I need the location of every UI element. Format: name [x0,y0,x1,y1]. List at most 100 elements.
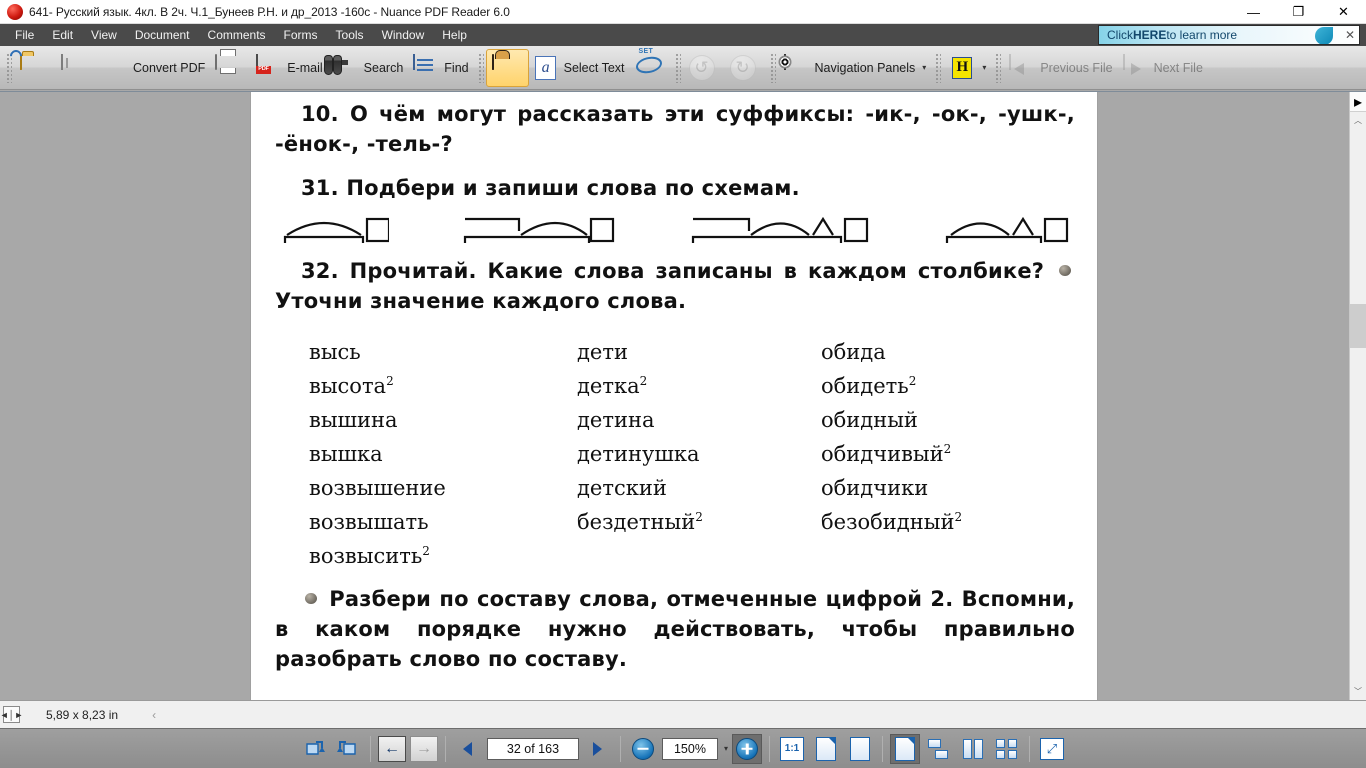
scroll-up-button[interactable]: ︿ [1350,112,1366,129]
single-page-button[interactable] [890,733,920,764]
collapse-arrow-icon[interactable]: ‹ [152,708,156,722]
facing-button[interactable] [958,734,988,764]
menu-comments[interactable]: Comments [199,26,275,44]
convert-pdf-label: Convert PDF [133,60,206,75]
fit-width-button[interactable] [845,734,875,764]
scrollbar-split-handle[interactable]: ▸ [1350,92,1366,112]
maximize-button[interactable]: ❐ [1276,0,1321,24]
window-controls: — ❐ ✕ [1231,0,1366,24]
document-scroll-region[interactable]: 10. О чём могут рассказать эти суффиксы:… [0,92,1349,700]
rotate-group [292,734,370,764]
scrollbar-track[interactable] [1350,129,1366,683]
previous-file-button[interactable]: Previous File [1004,50,1117,86]
bullet-dot-icon [1058,265,1071,277]
set-tool-button[interactable] [630,50,671,86]
word-item: бездетный2 [577,510,703,535]
task-10-text: О чём могут рассказать эти суффиксы: -ик… [275,102,1075,156]
word-item: обидный [821,408,918,433]
binoculars-icon [323,54,359,81]
promo-banner[interactable]: Click HERE to learn more ✕ [1098,25,1360,45]
next-file-button[interactable]: Next File [1118,50,1208,86]
toolbar-grip-6[interactable] [994,52,1002,83]
redo-button[interactable] [725,50,766,86]
chevron-down-icon-2[interactable]: ▾ [982,63,986,72]
minimize-button[interactable]: — [1231,0,1276,24]
rotate-clockwise-button[interactable] [333,734,363,764]
page-layout-group [883,733,1029,764]
bottom-toolbar: ← → 32 of 163 150% ▾ 1:1 ⤢ [0,728,1366,768]
menu-edit[interactable]: Edit [43,26,82,44]
fit-page-button[interactable] [811,734,841,764]
previous-page-button[interactable] [453,734,483,764]
continuous-icon [928,738,950,759]
word-item: детский [577,476,667,501]
word-item: возвышать [309,510,429,535]
search-button[interactable]: Search [323,50,409,86]
word-item: обидчики [821,476,929,501]
select-text-label: Select Text [563,60,625,75]
menu-tools[interactable]: Tools [327,26,373,44]
find-button[interactable]: Find [408,50,473,86]
next-file-icon [1122,53,1149,81]
find-label: Find [444,60,469,75]
toolbar-grip-5[interactable] [934,52,942,83]
highlight-button[interactable]: H ▾ [944,50,991,86]
hand-tool-button[interactable] [485,48,529,87]
envelope-pdf-icon [256,53,282,81]
search-label: Search [363,60,404,75]
word-item: обида [821,340,886,365]
email-button[interactable]: E-mail [251,50,327,86]
task-31-text: Подбери и запиши слова по схемам. [346,175,800,200]
save-button[interactable] [56,50,97,86]
scrollbar-thumb[interactable] [1350,304,1366,348]
word-item: дети [577,340,628,365]
zoom-level-field[interactable]: 150% [661,737,718,760]
continuous-facing-button[interactable] [992,734,1022,764]
word-item: возвышение [309,476,446,501]
menu-document[interactable]: Document [126,26,199,44]
menu-view[interactable]: View [82,26,126,44]
menu-forms[interactable]: Forms [275,26,327,44]
menu-file[interactable]: File [6,26,43,44]
pdf-page: 10. О чём могут рассказать эти суффиксы:… [250,92,1098,700]
toolbar-grip-2[interactable] [476,52,484,83]
next-page-button[interactable] [583,734,613,764]
toolbar-grip-4[interactable] [768,52,776,83]
promo-prefix: Click [1107,28,1133,42]
scroll-down-button[interactable]: ﹀ [1350,683,1366,700]
vertical-scrollbar[interactable]: ▸ ︿ ﹀ [1349,92,1366,700]
word-item: возвысить2 [309,544,430,569]
close-button[interactable]: ✕ [1321,0,1366,24]
zoom-in-button[interactable] [732,733,762,764]
toolbar-grip-3[interactable] [673,52,681,83]
chevron-down-icon[interactable]: ▾ [922,63,926,72]
horizontal-split-handle[interactable]: ◄│► [0,706,23,723]
print-button[interactable] [210,50,251,86]
promo-suffix: to learn more [1166,28,1238,42]
zoom-chevron-down-icon[interactable]: ▾ [724,744,728,753]
actual-size-button[interactable]: 1:1 [777,734,807,764]
open-file-button[interactable] [15,50,56,86]
fit-page-icon [816,736,836,761]
continuous-button[interactable] [924,734,954,764]
next-view-button[interactable]: → [409,735,438,762]
menu-help[interactable]: Help [433,26,476,44]
fullscreen-button[interactable]: ⤢ [1037,734,1067,764]
convert-pdf-button[interactable]: Convert PDF [97,50,210,86]
undo-button[interactable] [684,50,725,86]
word-columns: высь высота2 вышина вышка возвышение воз… [275,335,1075,573]
navigation-panels-button[interactable]: Navigation Panels ▾ [779,50,932,86]
menu-window[interactable]: Window [373,26,434,44]
bullet-dot-icon-2 [305,593,317,605]
triangle-right-icon [593,741,603,756]
rotate-ccw-icon [303,738,325,760]
promo-close-icon[interactable]: ✕ [1345,28,1355,42]
previous-view-button[interactable]: ← [377,735,406,762]
main-toolbar: Convert PDF E-mail Search Find a Select … [0,46,1366,90]
task-32-text-after: Уточни значение каждого слова. [275,289,687,314]
rotate-counterclockwise-button[interactable] [299,734,329,764]
page-number-field[interactable]: 32 of 163 [486,737,579,760]
continuous-facing-icon [996,738,1018,759]
zoom-out-button[interactable] [628,734,658,764]
select-text-button[interactable]: a Select Text [528,50,630,86]
